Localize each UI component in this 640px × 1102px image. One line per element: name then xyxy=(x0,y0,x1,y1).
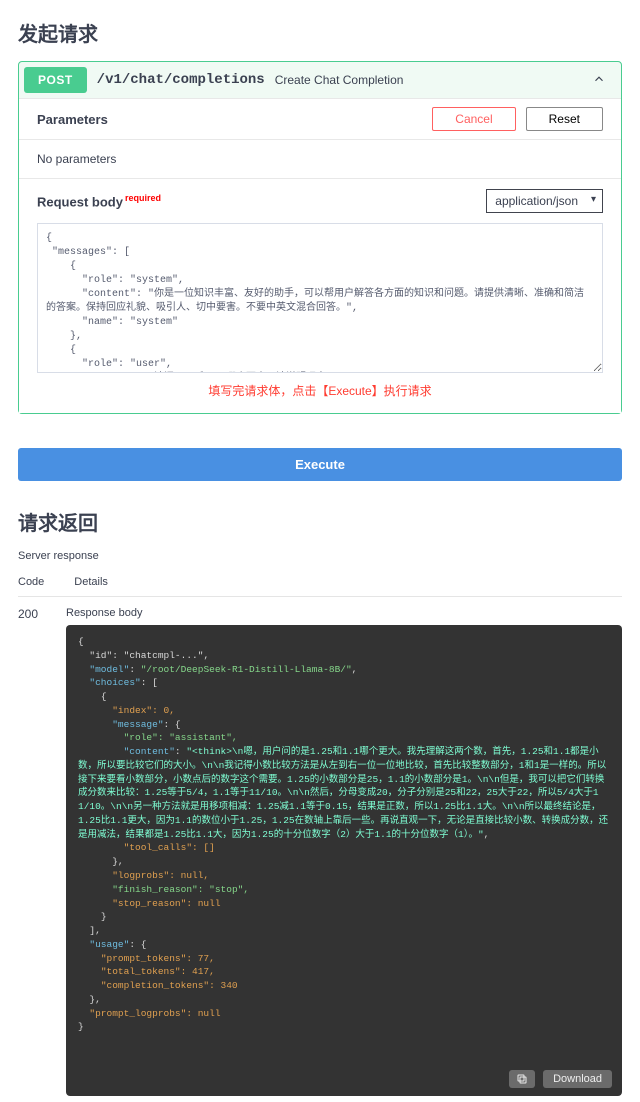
download-button[interactable]: Download xyxy=(543,1070,612,1088)
execute-hint: 填写完请求体，点击【Execute】执行请求 xyxy=(37,376,603,401)
cancel-button[interactable]: Cancel xyxy=(432,107,515,131)
response-body-label: Response body xyxy=(66,607,622,619)
request-heading: 发起请求 xyxy=(18,18,622,47)
code-column-header: Code xyxy=(18,576,44,588)
operation-block: POST /v1/chat/completions Create Chat Co… xyxy=(18,61,622,414)
content-type-select[interactable]: application/json xyxy=(486,189,603,213)
response-section: Server response Code Details 200 Respons… xyxy=(18,550,622,1096)
collapse-icon[interactable] xyxy=(582,68,616,93)
no-parameters-text: No parameters xyxy=(19,140,621,179)
response-body-code[interactable]: { "id": "chatcmpl-...", "model": "/root/… xyxy=(66,625,622,1096)
required-badge: required xyxy=(125,193,161,203)
parameters-label: Parameters xyxy=(37,112,108,127)
server-response-label: Server response xyxy=(18,550,622,562)
request-body-label: Request bodyrequired xyxy=(37,193,161,209)
status-code: 200 xyxy=(18,607,48,1096)
endpoint-path: /v1/chat/completions xyxy=(97,72,265,88)
op-summary-row[interactable]: POST /v1/chat/completions Create Chat Co… xyxy=(19,62,621,98)
reset-button[interactable]: Reset xyxy=(526,107,603,131)
response-heading: 请求返回 xyxy=(18,507,622,536)
request-body-label-text: Request body xyxy=(37,194,123,209)
endpoint-summary: Create Chat Completion xyxy=(275,73,404,87)
request-body-bar: Request bodyrequired application/json xyxy=(19,179,621,223)
copy-icon[interactable] xyxy=(509,1070,535,1088)
parameters-bar: Parameters Cancel Reset xyxy=(19,98,621,140)
request-body-textarea[interactable] xyxy=(37,223,603,373)
execute-button[interactable]: Execute xyxy=(18,448,622,481)
details-column-header: Details xyxy=(74,576,108,588)
http-method-tag: POST xyxy=(24,67,87,93)
